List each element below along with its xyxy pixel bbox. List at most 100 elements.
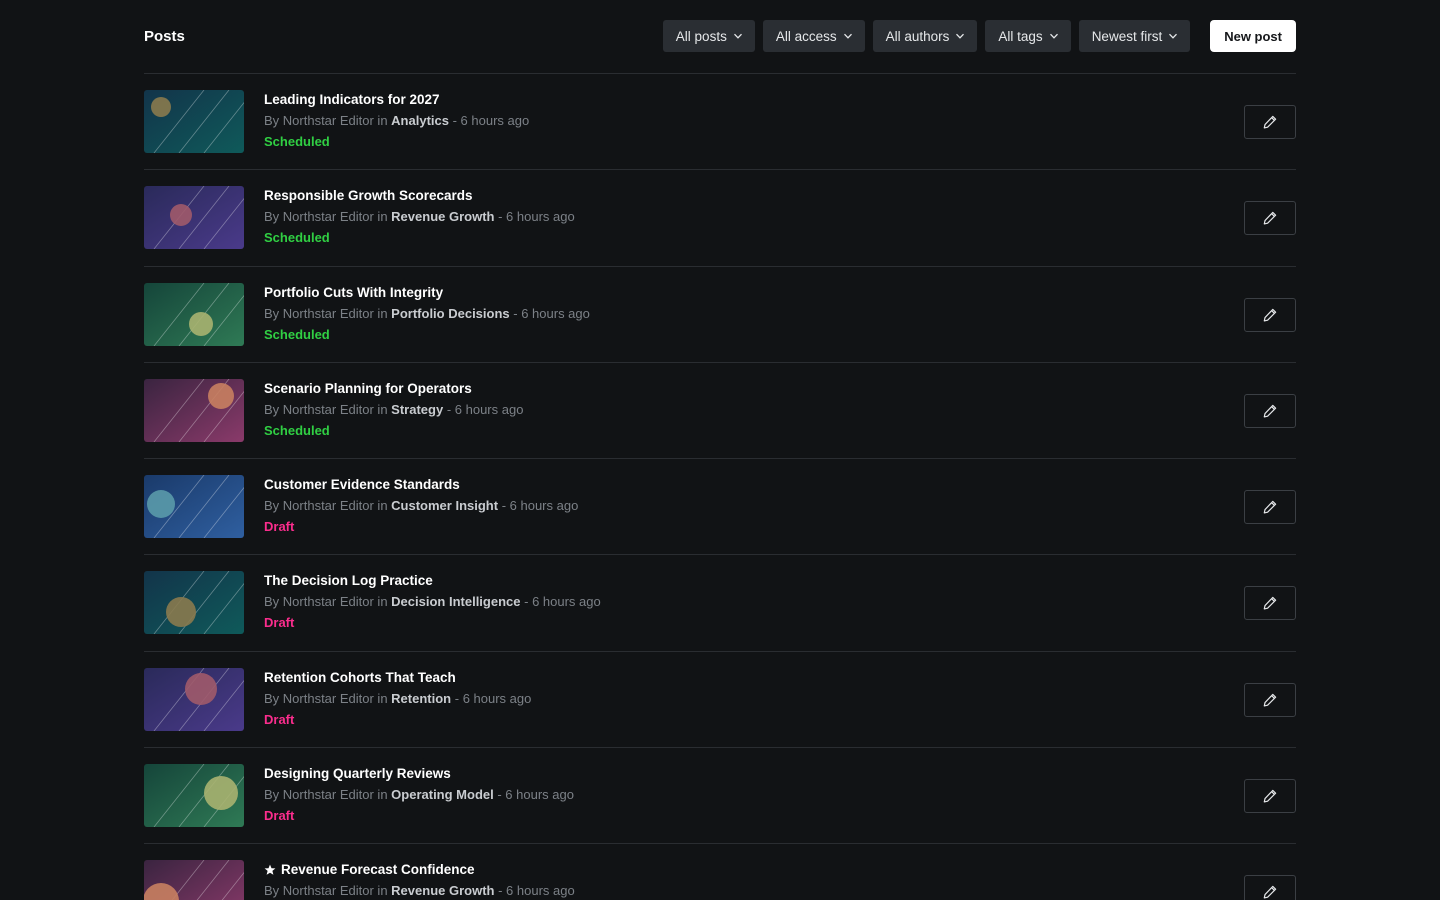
post-thumbnail <box>144 90 244 153</box>
post-meta: By Northstar Editor in Revenue Growth - … <box>264 882 575 899</box>
pencil-icon <box>1263 500 1277 514</box>
filter-label: All posts <box>675 28 727 44</box>
post-category: Portfolio Decisions <box>391 305 510 321</box>
post-category: Retention <box>391 690 452 706</box>
pencil-icon <box>1263 115 1277 129</box>
post-author: By Northstar Editor in <box>264 498 388 513</box>
post-meta: By Northstar Editor in Portfolio Decisio… <box>264 305 590 322</box>
chevron-down-icon <box>733 33 742 39</box>
post-meta: By Northstar Editor in Strategy - 6 hour… <box>264 401 523 418</box>
post-row[interactable]: Responsible Growth Scorecards By Northst… <box>144 170 1296 267</box>
post-author: By Northstar Editor in <box>264 209 388 225</box>
post-title-text: Customer Evidence Standards <box>264 477 460 492</box>
post-info: Revenue Forecast Confidence By Northstar… <box>264 861 575 899</box>
post-category: Operating Model <box>391 786 494 802</box>
filter-access-dropdown[interactable]: All access <box>762 20 865 52</box>
post-time: - 6 hours ago <box>497 786 574 802</box>
post-title[interactable]: Scenario Planning for Operators <box>264 380 523 397</box>
post-title[interactable]: Retention Cohorts That Teach <box>264 669 531 686</box>
post-status: Scheduled <box>264 230 330 246</box>
edit-post-button[interactable] <box>1244 875 1296 900</box>
new-post-button[interactable]: New post <box>1210 20 1296 52</box>
edit-post-button[interactable] <box>1244 297 1296 332</box>
post-title[interactable]: Customer Evidence Standards <box>264 476 578 493</box>
post-category: Revenue Growth <box>391 883 495 898</box>
post-meta: By Northstar Editor in Revenue Growth - … <box>264 208 575 225</box>
post-info: Scenario Planning for Operators By North… <box>264 380 523 439</box>
post-title-text: Revenue Forecast Confidence <box>281 862 475 877</box>
post-thumbnail <box>144 186 244 250</box>
post-time: - 6 hours ago <box>513 305 590 321</box>
post-row[interactable]: Leading Indicators for 2027 By Northstar… <box>144 74 1296 171</box>
edit-post-button[interactable] <box>1244 105 1296 139</box>
post-title-text: Retention Cohorts That Teach <box>264 669 456 685</box>
post-row[interactable]: Scenario Planning for Operators By North… <box>144 363 1296 459</box>
edit-post-button[interactable] <box>1244 682 1296 717</box>
pencil-icon <box>1263 597 1277 610</box>
post-meta: By Northstar Editor in Decision Intellig… <box>264 593 601 610</box>
post-title[interactable]: Responsible Growth Scorecards <box>264 187 575 204</box>
post-category: Decision Intelligence <box>391 594 521 610</box>
pencil-icon <box>1263 789 1277 803</box>
post-category: Revenue Growth <box>391 209 495 225</box>
filter-type-dropdown[interactable]: All posts <box>662 20 755 52</box>
post-author: By Northstar Editor in <box>264 690 388 706</box>
post-info: Designing Quarterly Reviews By Northstar… <box>264 765 574 824</box>
post-meta: By Northstar Editor in Operating Model -… <box>264 786 574 803</box>
chevron-down-icon <box>1169 33 1178 39</box>
post-thumbnail <box>144 282 244 346</box>
post-meta: By Northstar Editor in Customer Insight … <box>264 497 578 514</box>
post-row[interactable]: Retention Cohorts That Teach By Northsta… <box>144 652 1296 748</box>
edit-post-button[interactable] <box>1244 490 1296 524</box>
post-title[interactable]: Revenue Forecast Confidence <box>264 861 575 878</box>
post-info: The Decision Log Practice By Northstar E… <box>264 572 601 631</box>
post-row[interactable]: The Decision Log Practice By Northstar E… <box>144 555 1296 652</box>
post-title[interactable]: The Decision Log Practice <box>264 572 601 589</box>
post-time: - 6 hours ago <box>454 690 532 706</box>
post-info: Customer Evidence Standards By Northstar… <box>264 476 578 535</box>
post-title-text: Designing Quarterly Reviews <box>264 765 451 781</box>
post-author: By Northstar Editor in <box>264 401 388 417</box>
post-status: Scheduled <box>264 326 330 342</box>
filter-label: Newest first <box>1091 28 1163 44</box>
edit-post-button[interactable] <box>1244 778 1296 813</box>
post-author: By Northstar Editor in <box>264 305 388 321</box>
chevron-down-icon <box>1049 33 1058 39</box>
posts-page: Posts All posts All access All authors A… <box>0 0 1440 900</box>
pencil-icon <box>1263 404 1277 418</box>
post-title-text: Scenario Planning for Operators <box>264 380 472 396</box>
posts-header: Posts All posts All access All authors A… <box>144 20 1296 52</box>
post-category: Strategy <box>391 401 444 417</box>
post-status: Draft <box>264 519 295 534</box>
edit-post-button[interactable] <box>1244 393 1296 428</box>
post-title[interactable]: Portfolio Cuts With Integrity <box>264 284 590 301</box>
post-category: Customer Insight <box>391 498 499 513</box>
post-title-text: Leading Indicators for 2027 <box>264 92 440 107</box>
pencil-icon <box>1263 308 1277 321</box>
post-status: Draft <box>264 711 295 727</box>
post-thumbnail <box>144 763 244 827</box>
post-row[interactable]: Portfolio Cuts With Integrity By Northst… <box>144 267 1296 363</box>
post-category: Analytics <box>391 113 449 128</box>
post-info: Retention Cohorts That Teach By Northsta… <box>264 669 531 728</box>
post-title-text: Portfolio Cuts With Integrity <box>264 284 444 300</box>
post-time: - 6 hours ago <box>446 401 524 417</box>
filter-authors-dropdown[interactable]: All authors <box>872 20 978 52</box>
post-time: - 6 hours ago <box>498 883 575 898</box>
post-row[interactable]: Designing Quarterly Reviews By Northstar… <box>144 748 1296 844</box>
post-title[interactable]: Designing Quarterly Reviews <box>264 765 574 782</box>
post-title[interactable]: Leading Indicators for 2027 <box>264 91 529 108</box>
post-status: Draft <box>264 807 295 823</box>
post-row[interactable]: Revenue Forecast Confidence By Northstar… <box>144 844 1296 900</box>
edit-post-button[interactable] <box>1244 586 1296 621</box>
sort-order-dropdown[interactable]: Newest first <box>1078 20 1191 52</box>
post-thumbnail <box>144 667 244 731</box>
chevron-down-icon <box>843 33 852 39</box>
filter-bar: All posts All access All authors All tag… <box>655 20 1296 52</box>
post-meta: By Northstar Editor in Retention - 6 hou… <box>264 690 531 707</box>
filter-tags-dropdown[interactable]: All tags <box>985 20 1071 52</box>
edit-post-button[interactable] <box>1244 201 1296 236</box>
post-row[interactable]: Customer Evidence Standards By Northstar… <box>144 459 1296 556</box>
post-author: By Northstar Editor in <box>264 113 388 128</box>
post-thumbnail <box>144 571 244 635</box>
